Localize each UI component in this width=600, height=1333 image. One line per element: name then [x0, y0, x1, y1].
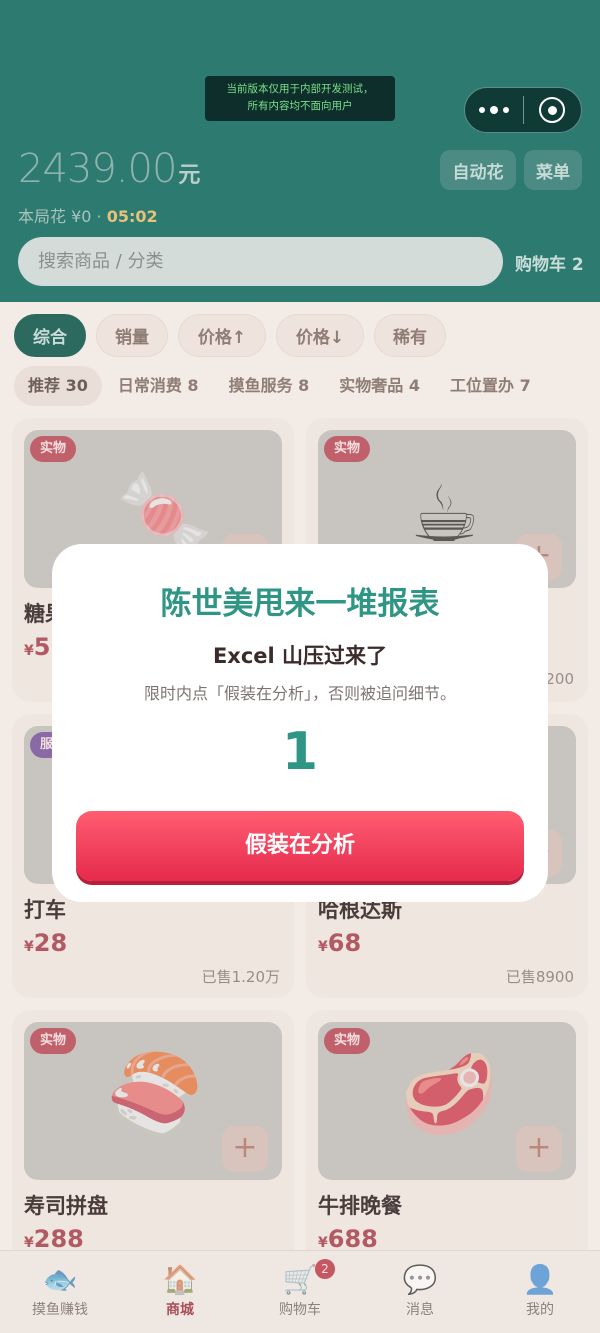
- event-modal: 陈世美甩来一堆报表 Excel 山压过来了 限时内点「假装在分析」，否则被追问细…: [52, 544, 548, 902]
- modal-countdown: 1: [281, 722, 319, 782]
- modal-title: 陈世美甩来一堆报表: [160, 586, 440, 622]
- pretend-analyze-button[interactable]: 假装在分析: [76, 811, 524, 881]
- modal-subtitle: Excel 山压过来了: [212, 644, 388, 668]
- modal-description: 限时内点「假装在分析」，否则被追问细节。: [143, 684, 456, 703]
